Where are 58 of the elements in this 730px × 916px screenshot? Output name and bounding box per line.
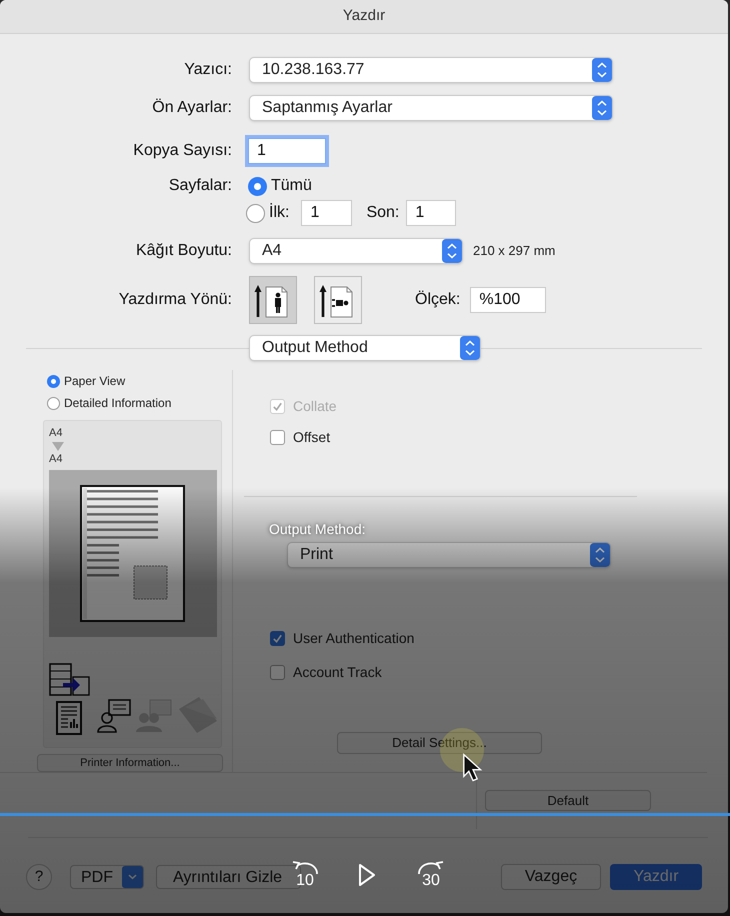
radio-label: Tümü bbox=[271, 176, 312, 196]
field-label: Yazdırma Yönü: bbox=[118, 290, 233, 310]
field-label: Ön Ayarlar: bbox=[151, 98, 233, 118]
field-label: Ölçek: bbox=[415, 290, 460, 310]
radio-button[interactable] bbox=[248, 176, 267, 196]
landscape-orientation-button[interactable] bbox=[314, 276, 362, 324]
from-page-field[interactable]: 1 bbox=[301, 200, 352, 226]
paper-size-text: A4 bbox=[49, 426, 64, 441]
updown-arrows-icon bbox=[592, 96, 612, 120]
panel-dropdown[interactable]: Output Method bbox=[249, 335, 481, 361]
default-button[interactable]: Default bbox=[485, 790, 651, 811]
to-page-field[interactable]: 1 bbox=[406, 200, 456, 226]
checkbox-label: Collate bbox=[293, 396, 337, 416]
cursor-icon bbox=[462, 753, 484, 783]
field-label: Yazıcı: bbox=[183, 60, 233, 80]
field-label: Kopya Sayısı: bbox=[132, 141, 233, 161]
updown-arrows-icon bbox=[592, 58, 612, 82]
paper-dimensions: 210 x 297 mm bbox=[473, 242, 556, 260]
checkbox-label: Offset bbox=[293, 428, 330, 446]
checkbox[interactable] bbox=[270, 630, 285, 646]
window-title: Yazdır bbox=[342, 6, 386, 26]
report-document-icon bbox=[56, 701, 82, 735]
checkbox-label: Account Track bbox=[293, 662, 382, 682]
printer-dropdown[interactable]: 10.238.163.77 bbox=[249, 57, 613, 83]
print-mode-dropdown[interactable]: Print bbox=[287, 542, 611, 568]
presets-dropdown[interactable]: Saptanmış Ayarlar bbox=[249, 95, 613, 121]
detail-settings-button[interactable]: Detail Settings... bbox=[337, 732, 542, 754]
chevron-down-icon bbox=[122, 866, 143, 888]
play-icon[interactable] bbox=[357, 862, 377, 888]
updown-arrows-icon bbox=[590, 543, 610, 567]
output-method-label: Output Method: bbox=[269, 520, 367, 539]
cancel-button[interactable]: Vazgeç bbox=[501, 864, 601, 890]
help-button[interactable]: ? bbox=[26, 864, 52, 890]
radio-label: İlk: bbox=[269, 202, 290, 223]
field-label: Sayfalar: bbox=[168, 176, 233, 196]
checkbox[interactable] bbox=[270, 430, 285, 444]
forward-button[interactable]: 30 bbox=[415, 860, 447, 892]
radio-button[interactable] bbox=[47, 374, 60, 388]
portrait-orientation-button[interactable] bbox=[249, 276, 297, 324]
field-label: Kâğıt Boyutu: bbox=[134, 241, 233, 261]
radio-label: Paper View bbox=[64, 373, 126, 390]
copies-field[interactable]: 1 bbox=[248, 138, 326, 164]
scale-field[interactable]: %100 bbox=[470, 287, 546, 313]
down-arrow-icon bbox=[52, 442, 64, 450]
radio-button[interactable] bbox=[47, 396, 60, 410]
pdf-menu-button[interactable]: PDF bbox=[70, 865, 144, 889]
radio-label: Detailed Information bbox=[64, 395, 172, 412]
updown-arrows-icon bbox=[442, 239, 462, 263]
field-label: Son: bbox=[366, 203, 400, 223]
printer-information-button[interactable]: Printer Information... bbox=[37, 754, 223, 772]
user-message-icon bbox=[97, 699, 131, 733]
paper-size-dropdown[interactable]: A4 bbox=[249, 238, 463, 264]
copy-to-printer-icon bbox=[49, 663, 91, 697]
checkbox-label: User Authentication bbox=[293, 628, 414, 648]
paper-size-text: A4 bbox=[49, 452, 64, 466]
radio-button[interactable] bbox=[246, 204, 265, 222]
updown-arrows-icon bbox=[460, 336, 480, 360]
checkbox[interactable] bbox=[270, 664, 285, 680]
